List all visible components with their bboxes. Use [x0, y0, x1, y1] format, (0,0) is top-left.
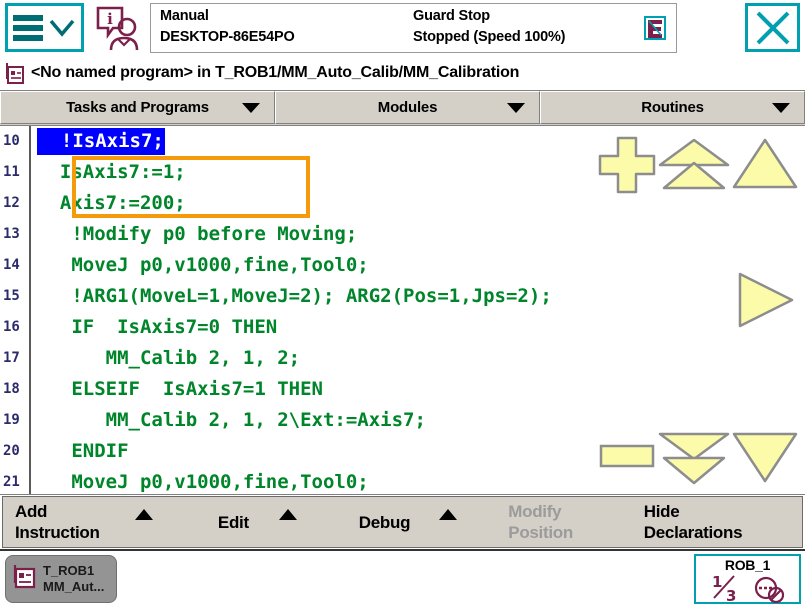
line-number: 11: [3, 164, 20, 180]
line-number: 18: [3, 381, 20, 397]
debug-label: Debug: [358, 512, 411, 532]
edit-label: Edit: [217, 512, 249, 532]
caret-up-icon: [135, 509, 153, 520]
code-line[interactable]: !Modify p0 before Moving;: [33, 219, 805, 250]
program-editor[interactable]: 10 11 12 13 14 15 16 17 18 19 20 21 !IsA…: [0, 125, 805, 495]
program-file-icon: [4, 61, 26, 85]
code-line[interactable]: MM_Calib 2, 1, 2;: [33, 343, 805, 374]
task-name: T_ROB1: [43, 563, 95, 578]
modify-position-button[interactable]: Modify Position: [498, 497, 634, 547]
tab-label: Modules: [377, 99, 438, 116]
code-line[interactable]: !ARG1(MoveL=1,MoveJ=2); ARG2(Pos=1,Jps=2…: [33, 281, 805, 312]
tab-tasks-and-programs[interactable]: Tasks and Programs: [0, 91, 275, 124]
line-up-button[interactable]: [731, 138, 799, 195]
line-number: 17: [3, 350, 20, 366]
add-instruction-label: Add Instruction: [15, 502, 100, 542]
selector-tab-bar: Tasks and Programs Modules Routines: [0, 90, 805, 125]
tab-label: Routines: [641, 99, 704, 116]
controller-name: DESKTOP-86E54PO: [160, 28, 295, 45]
page-up-button[interactable]: [658, 138, 730, 198]
breadcrumb: <No named program> in T_ROB1/MM_Auto_Cal…: [0, 58, 805, 88]
task-program-icon: [12, 562, 38, 597]
close-button[interactable]: [745, 3, 800, 52]
flexpendant-screen: i Manual DESKTOP-86E54PO Guard Stop Stop…: [0, 0, 805, 605]
add-instruction-plus-button[interactable]: [596, 134, 658, 201]
action-toolbar: Add Instruction Edit Debug Modify Positi…: [2, 496, 803, 548]
line-number: 19: [3, 412, 20, 428]
hide-declarations-button[interactable]: Hide Declarations: [634, 497, 802, 547]
collapse-button[interactable]: [598, 442, 656, 475]
robot-quickset-button[interactable]: ROB_1 1 3: [694, 554, 801, 605]
chevron-down-icon: [242, 102, 260, 113]
task-quick-button[interactable]: T_ROB1 MM_Aut...: [5, 555, 117, 603]
run-state: Stopped (Speed 100%): [413, 28, 566, 45]
caret-up-icon: [278, 509, 297, 520]
chevron-down-icon: [49, 19, 75, 37]
top-status-bar: i Manual DESKTOP-86E54PO Guard Stop Stop…: [0, 0, 805, 55]
add-instruction-button[interactable]: Add Instruction: [3, 497, 204, 547]
close-icon: [756, 11, 789, 44]
line-number: 10: [3, 133, 20, 149]
operation-mode: Manual: [160, 7, 209, 24]
hamburger-menu-icon: [13, 14, 43, 41]
task-module: MM_Aut...: [43, 579, 105, 594]
line-down-button[interactable]: [731, 431, 799, 488]
status-panel[interactable]: Manual DESKTOP-86E54PO Guard Stop Stoppe…: [150, 2, 677, 53]
increment-fraction: 1 3: [710, 573, 744, 605]
svg-text:1: 1: [712, 573, 722, 591]
program-path-text: <No named program> in T_ROB1/MM_Auto_Cal…: [31, 64, 520, 81]
code-text: !IsAxis7;: [37, 128, 165, 155]
code-line[interactable]: ELSEIF IsAxis7=1 THEN: [33, 374, 805, 405]
main-menu-button[interactable]: [5, 3, 84, 52]
svg-text:3: 3: [726, 587, 736, 603]
task-button-text: T_ROB1 MM_Aut...: [43, 563, 104, 595]
chevron-down-icon: [507, 102, 525, 113]
line-number: 15: [3, 288, 20, 304]
modify-position-label: Modify Position: [508, 502, 573, 542]
step-right-button[interactable]: [736, 271, 796, 334]
line-number-gutter: 10 11 12 13 14 15 16 17 18 19 20 21: [0, 126, 31, 494]
tab-label: Tasks and Programs: [66, 99, 209, 116]
code-line[interactable]: IF IsAxis7=0 THEN: [33, 312, 805, 343]
motors-on-hold-icon: [644, 15, 666, 40]
page-down-button[interactable]: [658, 431, 730, 491]
operator-info-icon[interactable]: i: [90, 3, 144, 53]
line-number: 16: [3, 319, 20, 335]
line-number: 21: [3, 474, 20, 490]
svg-text:i: i: [107, 10, 113, 28]
edit-button[interactable]: Edit: [204, 497, 349, 547]
robot-label: ROB_1: [724, 557, 771, 573]
line-number: 14: [3, 257, 20, 273]
guard-state: Guard Stop: [413, 7, 490, 24]
chevron-down-icon: [772, 102, 790, 113]
tab-routines[interactable]: Routines: [540, 91, 805, 124]
line-number: 20: [3, 443, 20, 459]
line-number: 13: [3, 226, 20, 242]
tab-modules[interactable]: Modules: [275, 91, 540, 124]
caret-up-icon: [438, 509, 457, 520]
hide-declarations-label: Hide Declarations: [643, 502, 743, 542]
line-number: 12: [3, 195, 20, 211]
debug-button[interactable]: Debug: [349, 497, 499, 547]
bottom-status-bar: T_ROB1 MM_Aut... ROB_1 1 3: [0, 549, 805, 605]
motion-disabled-icon: [752, 574, 786, 605]
code-line[interactable]: MoveJ p0,v1000,fine,Tool0;: [33, 250, 805, 281]
